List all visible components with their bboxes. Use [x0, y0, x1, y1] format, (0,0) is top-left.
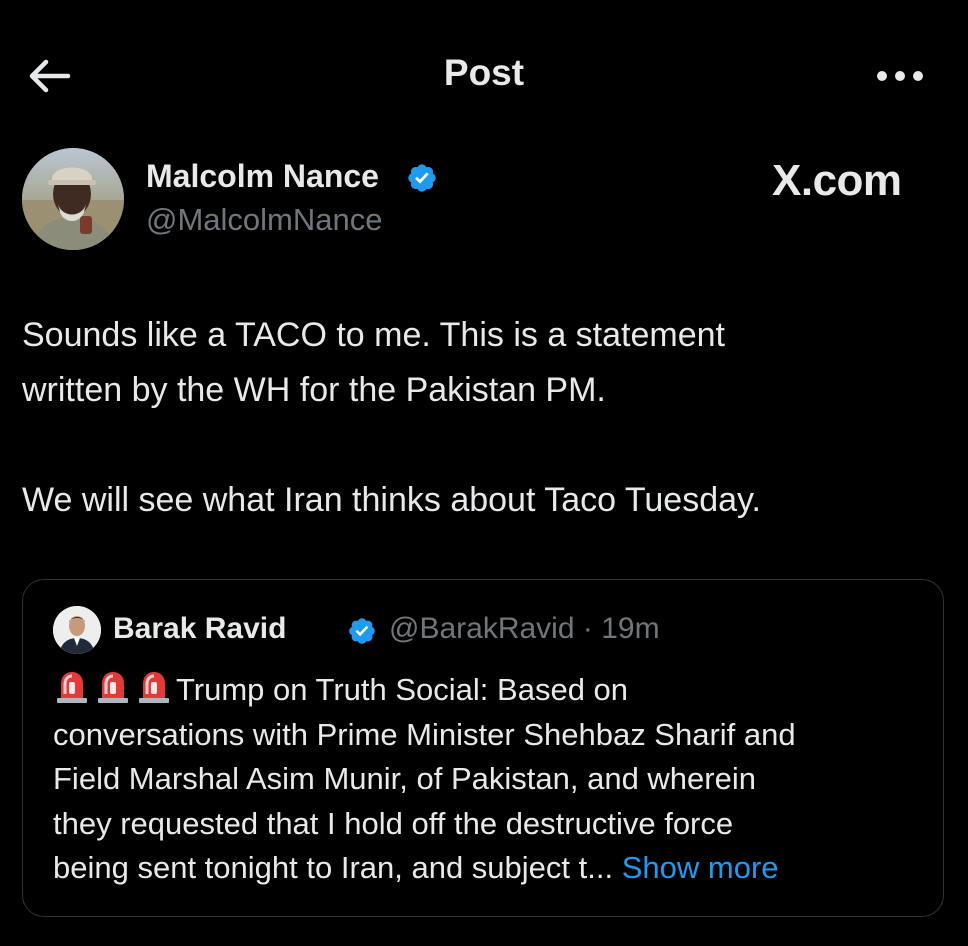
author-avatar-image	[22, 148, 124, 250]
separator-dot: ·	[582, 612, 593, 645]
page-title: Post	[443, 52, 525, 93]
quoted-author-name[interactable]: Barak Ravid	[113, 612, 286, 646]
more-options-button[interactable]	[872, 60, 928, 92]
quoted-author-avatar[interactable]	[53, 606, 101, 654]
quoted-text-segment: being sent tonight to Iran, and subject …	[53, 850, 614, 885]
police-siren-emoji-icon	[57, 672, 87, 703]
quoted-post-card[interactable]: Barak Ravid @BarakRavid · 19m Trump on T…	[22, 579, 944, 917]
police-siren-emoji-icon	[139, 672, 169, 703]
author-avatar[interactable]	[22, 148, 124, 250]
post-body: Sounds like a TACO to me. This is a stat…	[22, 308, 942, 528]
top-bar: Post	[0, 0, 968, 150]
quoted-timestamp[interactable]: 19m	[601, 612, 659, 645]
post-text-line: Sounds like a TACO to me. This is a stat…	[22, 316, 725, 354]
police-siren-emoji-icon	[98, 672, 128, 703]
quoted-author-handle[interactable]: @BarakRavid	[389, 612, 575, 645]
author-handle[interactable]: @MalcolmNance	[146, 202, 382, 238]
quoted-text-line: Field Marshal Asim Munir, of Pakistan, a…	[53, 761, 756, 796]
quoted-avatar-image	[53, 606, 101, 654]
quoted-text-segment: Trump on Truth Social: Based on	[176, 672, 629, 707]
post-author: Malcolm Nance @MalcolmNance X.com	[22, 148, 942, 252]
quoted-post-header: Barak Ravid @BarakRavid · 19m	[53, 606, 913, 656]
post-text-line: written by the WH for the Pakistan PM.	[22, 371, 606, 409]
verified-badge-icon	[408, 164, 436, 192]
quoted-text-line: Trump on Truth Social: Based on	[53, 668, 923, 713]
watermark-text: X.com	[772, 156, 902, 205]
quoted-text-line: conversations with Prime Minister Shehba…	[53, 716, 796, 752]
quoted-text-line: being sent tonight to Iran, and subject …	[53, 846, 923, 891]
post-text-line: We will see what Iran thinks about Taco …	[22, 481, 761, 519]
more-dots-icon	[877, 71, 923, 81]
show-more-link[interactable]: Show more	[622, 850, 779, 885]
quoted-post-body: Trump on Truth Social: Based on conversa…	[53, 668, 923, 891]
verified-badge-icon	[349, 618, 375, 644]
quoted-handle-and-time: @BarakRavid · 19m	[389, 612, 660, 646]
author-name[interactable]: Malcolm Nance	[146, 158, 379, 195]
quoted-text-line: they requested that I hold off the destr…	[53, 805, 734, 841]
